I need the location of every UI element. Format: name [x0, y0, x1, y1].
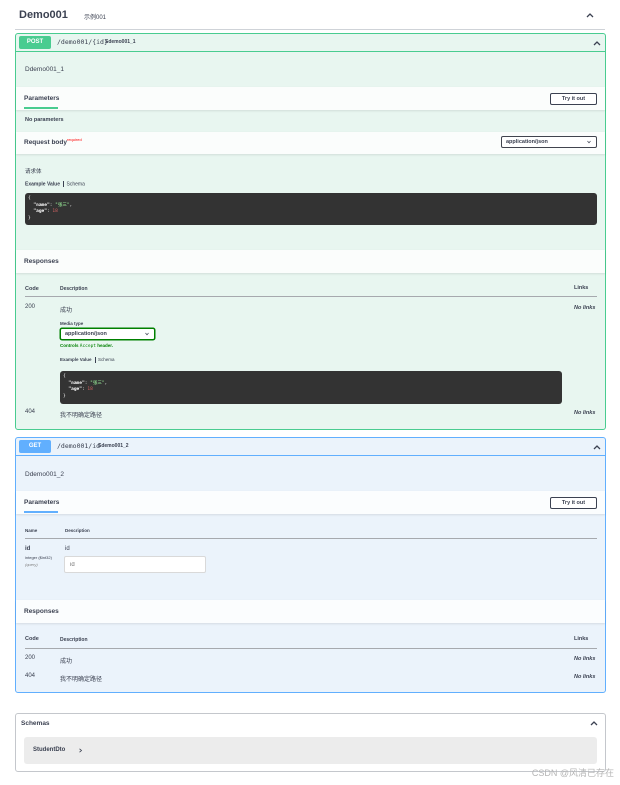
code-line: }	[28, 215, 31, 221]
operation-id: Sdemo001_2	[98, 443, 129, 449]
content-type-select[interactable]: application/json	[501, 136, 597, 148]
no-parameters-text: No parameters	[25, 117, 64, 123]
media-type-select[interactable]: application/json	[60, 328, 155, 340]
chevron-up-icon[interactable]	[585, 10, 595, 20]
response-code-404: 404	[25, 673, 36, 679]
col-code: Code	[25, 636, 39, 642]
code-line: }	[63, 393, 66, 399]
content-type-value: application/json	[506, 139, 548, 145]
tab-divider	[94, 357, 96, 363]
media-type-value: application/json	[65, 331, 107, 337]
param-id-input[interactable]	[64, 556, 206, 573]
controls-prefix: Controls	[60, 343, 79, 348]
responses-title: Responses	[24, 608, 59, 615]
param-description: id	[65, 546, 70, 552]
operation-id: Sdemo001_1	[105, 39, 136, 45]
table-divider	[25, 538, 597, 539]
response-links-404: No links	[574, 410, 596, 416]
example-code-block: { "name": "张三", "age": 18 }	[25, 193, 597, 225]
param-col-description: Description	[65, 528, 90, 533]
endpoint-path: /demo001/{id}	[57, 38, 108, 46]
response-code-200: 200	[25, 655, 36, 661]
request-body-header: Request body required application/json	[16, 132, 605, 154]
opblock-summary-post[interactable]: POST /demo001/{id} Sdemo001_1	[16, 34, 605, 52]
response-links-404: No links	[574, 674, 596, 680]
param-type: integer ($int32)	[25, 555, 52, 560]
schemas-title[interactable]: Schemas	[21, 720, 50, 727]
required-marker: required	[67, 137, 82, 142]
try-it-out-button[interactable]: Try it out	[550, 497, 597, 509]
opblock-get: GET /demo001/id Sdemo001_2 Ddemo001_2 Pa…	[15, 437, 606, 693]
chevron-up-icon[interactable]	[592, 442, 602, 452]
response-description-404: 我不明确定路径	[60, 413, 103, 419]
param-col-name: Name	[25, 528, 38, 533]
tab-example-value[interactable]: Example Value	[25, 181, 60, 187]
table-divider	[25, 648, 597, 649]
response-description-200: 成功	[60, 308, 73, 314]
parameters-tab-underline	[24, 511, 58, 513]
method-badge-post: POST	[19, 36, 51, 49]
parameters-header: Parameters Try it out	[16, 491, 605, 514]
table-divider	[25, 296, 597, 297]
watermark: CSDN @风清已存在	[531, 768, 614, 778]
response-description-404: 我不明确定路径	[60, 677, 103, 683]
example-tabs: Example Value Schema	[25, 181, 85, 187]
body-description: 请求体	[25, 169, 42, 175]
responses-header: Responses	[16, 600, 605, 623]
response-description-200: 成功	[60, 659, 73, 665]
chevron-down-icon	[587, 140, 591, 144]
response-links-200: No links	[574, 656, 596, 662]
schemas-section: Schemas StudentDto	[15, 713, 606, 772]
tag-header[interactable]: Demo001 示例001	[15, 0, 605, 30]
col-description: Description	[60, 286, 88, 292]
param-location: (query)	[25, 562, 38, 567]
param-name: id	[25, 546, 31, 552]
response-links-200: No links	[574, 305, 596, 311]
operation-description: Ddemo001_1	[25, 66, 65, 73]
parameters-title: Parameters	[24, 95, 60, 102]
col-links: Links	[574, 285, 589, 291]
tab-schema[interactable]: Schema	[98, 357, 115, 362]
controls-accept: Accept	[79, 344, 97, 349]
chevron-right-icon	[79, 748, 83, 753]
opblock-summary-get[interactable]: GET /demo001/id Sdemo001_2	[16, 438, 605, 456]
model-name: StudentDto	[33, 747, 66, 753]
responses-title: Responses	[24, 258, 59, 265]
chevron-down-icon	[145, 332, 149, 336]
response-code-200: 200	[25, 304, 36, 310]
parameters-tab-underline	[24, 107, 58, 109]
chevron-up-icon[interactable]	[589, 718, 599, 728]
method-badge-get: GET	[19, 440, 51, 453]
col-code: Code	[25, 286, 39, 292]
controls-accept-note: Controls Accept header.	[60, 343, 113, 349]
endpoint-path: /demo001/id	[57, 442, 101, 450]
media-type-label: Media type	[60, 321, 84, 326]
operation-description: Ddemo001_2	[25, 471, 65, 478]
parameters-title: Parameters	[24, 499, 60, 506]
chevron-up-icon[interactable]	[592, 38, 602, 48]
response-code-block: { "name": "张三", "age": 18 }	[60, 371, 562, 404]
response-example-tabs: Example Value Schema	[60, 357, 115, 363]
tab-schema[interactable]: Schema	[67, 181, 85, 187]
col-links: Links	[574, 636, 589, 642]
responses-header: Responses	[16, 250, 605, 273]
opblock-post: POST /demo001/{id} Sdemo001_1 Ddemo001_1…	[15, 33, 606, 430]
tab-divider	[63, 181, 64, 187]
tag-name: Demo001	[19, 9, 68, 21]
tag-description: 示例001	[84, 15, 107, 21]
try-it-out-button[interactable]: Try it out	[550, 93, 597, 105]
tab-example-value[interactable]: Example Value	[60, 357, 92, 362]
response-code-404: 404	[25, 409, 36, 415]
request-body-title: Request body	[24, 139, 67, 146]
parameters-header: Parameters Try it out	[16, 87, 605, 110]
model-box[interactable]: StudentDto	[24, 737, 597, 764]
col-description: Description	[60, 637, 88, 643]
controls-suffix: header.	[97, 343, 114, 348]
